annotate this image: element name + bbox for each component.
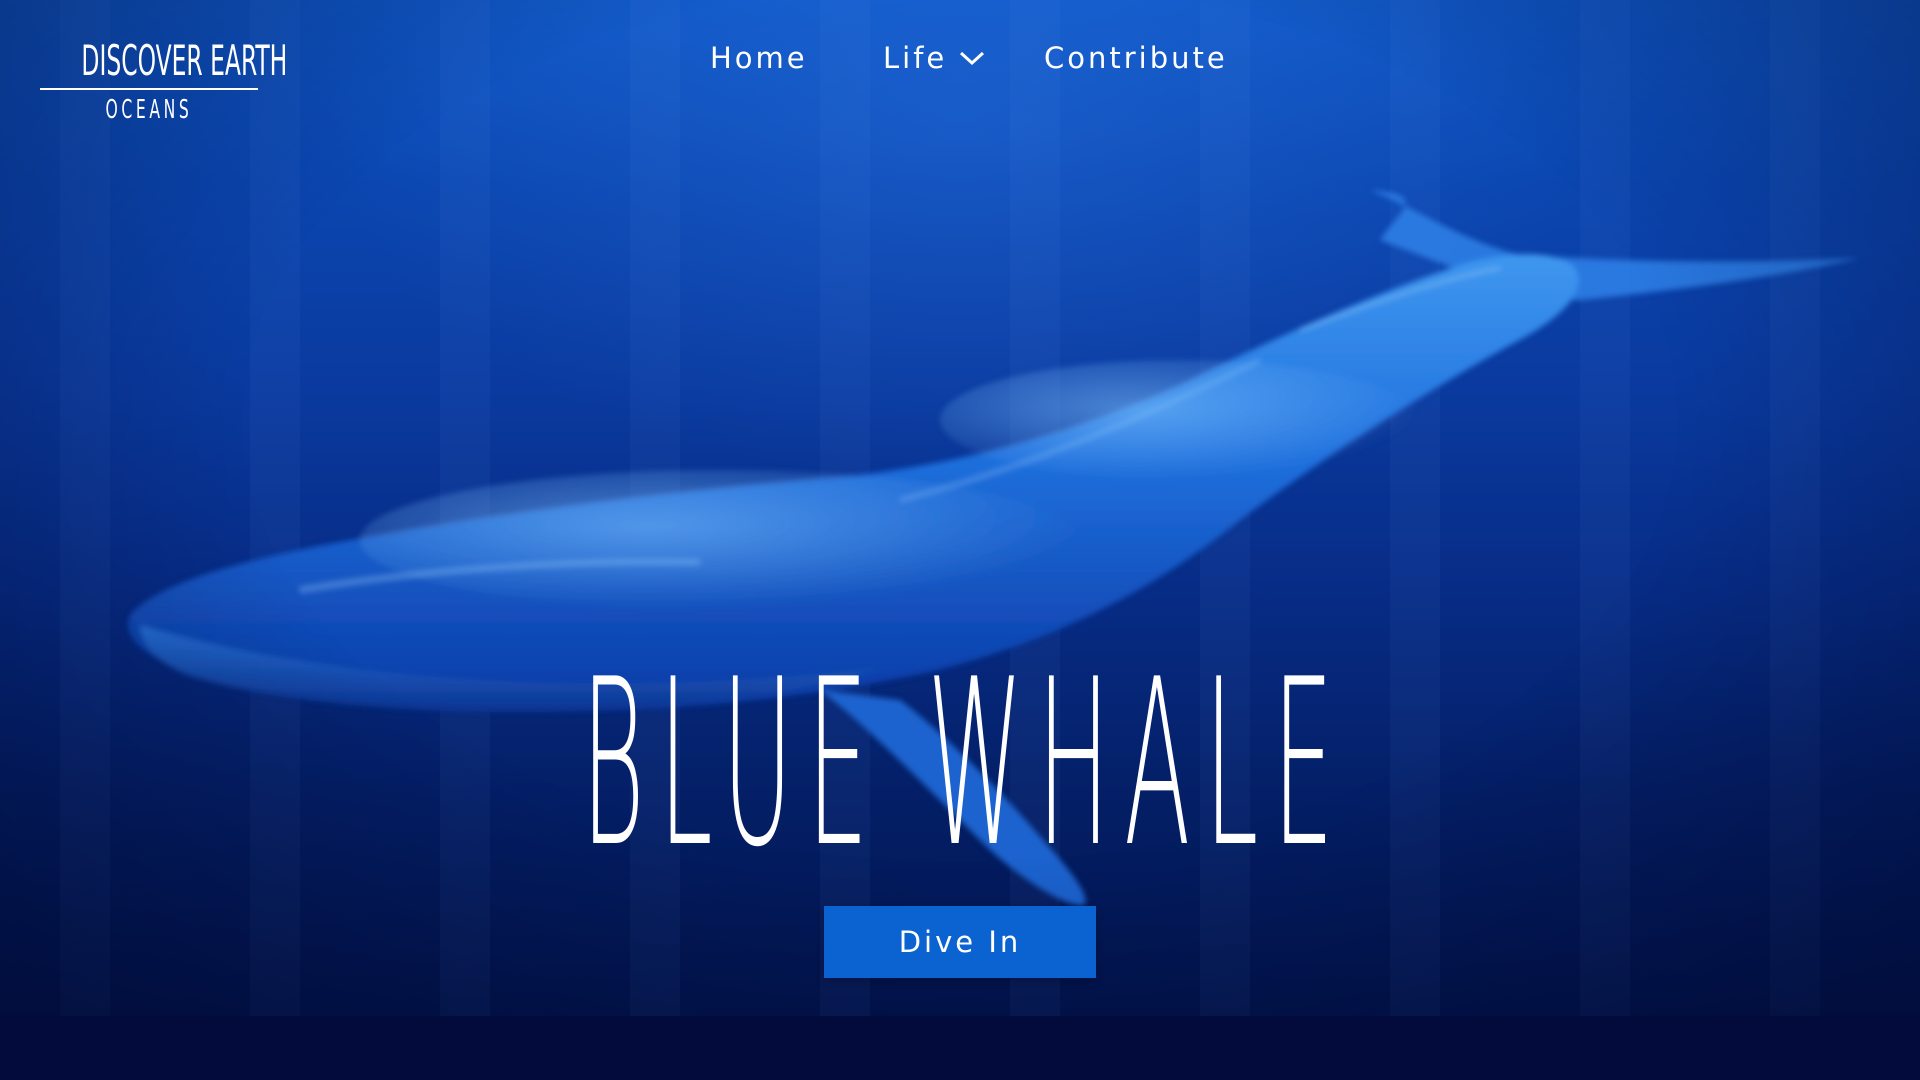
nav-item-label: Life (883, 41, 948, 75)
nav-item-label: Contribute (1044, 41, 1228, 75)
nav-item-contribute[interactable]: Contribute (1044, 41, 1228, 75)
nav-item-life[interactable]: Life (883, 41, 985, 75)
nav-item-label: Home (710, 41, 808, 75)
logo-subtitle: OCEANS (105, 95, 193, 125)
hero-headline-container: BLUE WHALE (500, 650, 1430, 890)
page: DISCOVER EARTH OCEANS Home Life Contribu… (0, 0, 1920, 1080)
site-logo[interactable]: DISCOVER EARTH OCEANS (40, 36, 288, 130)
footer-band (0, 1016, 1920, 1080)
dive-in-button[interactable]: Dive In (824, 906, 1096, 978)
nav-item-home[interactable]: Home (710, 41, 808, 75)
hero-headline: BLUE WHALE (581, 631, 1349, 898)
chevron-down-icon (960, 51, 985, 66)
logo-title: DISCOVER EARTH (81, 36, 288, 85)
